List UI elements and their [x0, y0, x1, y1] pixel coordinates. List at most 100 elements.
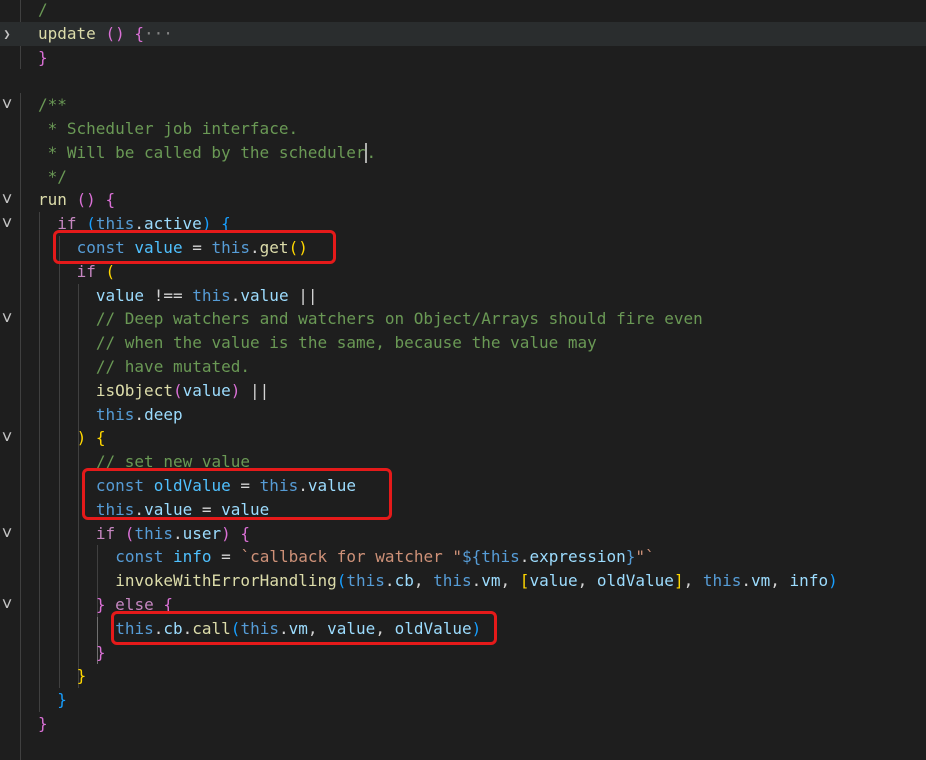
code-token: (	[105, 261, 116, 281]
code-token: vm	[481, 571, 501, 591]
code-line[interactable]: * Will be called by the scheduler.	[0, 141, 926, 165]
code-token: ]	[673, 571, 684, 591]
code-token: this	[702, 571, 742, 591]
code-token: ,	[770, 571, 790, 591]
code-text: }	[38, 46, 48, 70]
highlight-old-value	[82, 468, 392, 520]
code-text: value !== this.value ||	[96, 284, 318, 308]
code-token: .	[384, 571, 395, 591]
code-line[interactable]: }	[0, 712, 926, 736]
code-line[interactable]	[0, 69, 926, 93]
code-token: expression	[529, 547, 626, 567]
code-line[interactable]: ˅ run () {	[0, 188, 926, 212]
code-token: {	[240, 523, 251, 543]
code-line[interactable]: */	[0, 165, 926, 189]
code-line[interactable]: * Scheduler job interface.	[0, 117, 926, 141]
code-token: ${	[462, 547, 482, 567]
code-token: .	[172, 523, 183, 543]
code-token: ,	[413, 571, 434, 591]
code-token: ()	[76, 190, 96, 210]
code-line[interactable]: /	[0, 0, 926, 22]
code-text: invokeWithErrorHandling(this.cb, this.vm…	[115, 569, 838, 593]
code-text: */	[38, 165, 67, 189]
code-token: ···	[143, 23, 173, 43]
chevron-down-icon[interactable]: ˅	[0, 212, 14, 236]
code-token: )	[828, 571, 838, 591]
code-token: "`	[635, 547, 655, 567]
code-line[interactable]: ˅ if (this.user) {	[0, 522, 926, 546]
code-token: value	[240, 285, 289, 305]
code-text: if (this.user) {	[96, 522, 250, 546]
code-token: // when the value is the same, because t…	[95, 333, 597, 353]
code-token: }	[76, 666, 87, 686]
code-editor[interactable]: / ❯ update () {···} ˅/** * Scheduler job in…	[0, 0, 926, 760]
code-token: this	[433, 571, 472, 591]
code-token: this	[481, 547, 520, 567]
chevron-down-icon[interactable]: ˅	[0, 188, 14, 212]
code-text: update () {···	[38, 22, 173, 46]
code-text: }	[38, 712, 48, 736]
code-token: user	[182, 523, 222, 543]
chevron-down-icon[interactable]: ˅	[0, 93, 14, 117]
code-token: }	[625, 547, 636, 567]
code-token: oldValue	[596, 571, 674, 591]
code-token: * Scheduler job interface.	[38, 119, 299, 138]
code-token: run	[38, 190, 67, 210]
code-line[interactable]: this.deep	[0, 403, 926, 427]
highlight-cb-call	[111, 610, 497, 645]
chevron-down-icon[interactable]: ˅	[0, 426, 14, 450]
code-line[interactable]: const info = `callback for watcher "${th…	[0, 545, 926, 569]
code-token: this	[192, 285, 231, 305]
code-text: const info = `callback for watcher "${th…	[115, 545, 654, 569]
code-line[interactable]: }	[0, 664, 926, 688]
code-line[interactable]: // have mutated.	[0, 355, 926, 379]
chevron-down-icon[interactable]: ˅	[0, 522, 14, 546]
code-token: if	[95, 523, 116, 543]
chevron-down-icon[interactable]: ˅	[0, 307, 14, 331]
code-token: update	[38, 23, 96, 43]
code-token: )	[221, 523, 231, 543]
chevron-down-icon[interactable]: ˅	[0, 593, 14, 617]
code-line[interactable]: }	[0, 688, 926, 712]
code-token: cb	[394, 571, 414, 591]
code-line[interactable]: ˅ /**	[0, 93, 926, 117]
code-token: value	[95, 285, 145, 305]
code-line[interactable]: ˅) {	[0, 426, 926, 450]
code-token: (	[124, 523, 135, 543]
code-token: [	[519, 571, 530, 591]
code-line[interactable]: ❯ update () {···	[0, 21, 926, 46]
code-token: (	[172, 380, 183, 400]
code-text: isObject(value) ||	[96, 379, 269, 403]
code-token: }	[38, 714, 48, 733]
code-text: /**	[38, 93, 67, 117]
code-line[interactable]: isObject(value) ||	[0, 379, 926, 403]
code-text: }	[57, 688, 67, 712]
code-token: ()	[105, 23, 125, 43]
code-token: }	[57, 690, 67, 710]
code-line[interactable]: value !== this.value ||	[0, 284, 926, 308]
code-line[interactable]: ˅ // Deep watchers and watchers on Object…	[0, 307, 926, 331]
chevron-right-icon[interactable]: ❯	[0, 22, 14, 46]
code-token: }	[95, 595, 106, 614]
code-token: =	[211, 547, 241, 567]
code-text: run () {	[38, 188, 115, 212]
code-token: )	[76, 428, 87, 448]
code-text: /	[38, 0, 48, 22]
code-token: ,	[500, 571, 520, 591]
code-line[interactable]: }	[0, 46, 926, 70]
code-text: }	[96, 641, 106, 665]
code-text: // have mutated.	[96, 355, 250, 379]
code-token: /	[38, 0, 48, 19]
code-token: .	[366, 142, 377, 162]
code-line[interactable]: // when the value is the same, because t…	[0, 331, 926, 355]
code-token: {	[105, 190, 116, 210]
code-token: const	[115, 547, 164, 567]
code-line[interactable]: invokeWithErrorHandling(this.cb, this.vm…	[0, 569, 926, 593]
code-token: ,	[683, 571, 703, 591]
code-token: isObject	[95, 380, 173, 400]
code-token: .	[741, 571, 752, 591]
